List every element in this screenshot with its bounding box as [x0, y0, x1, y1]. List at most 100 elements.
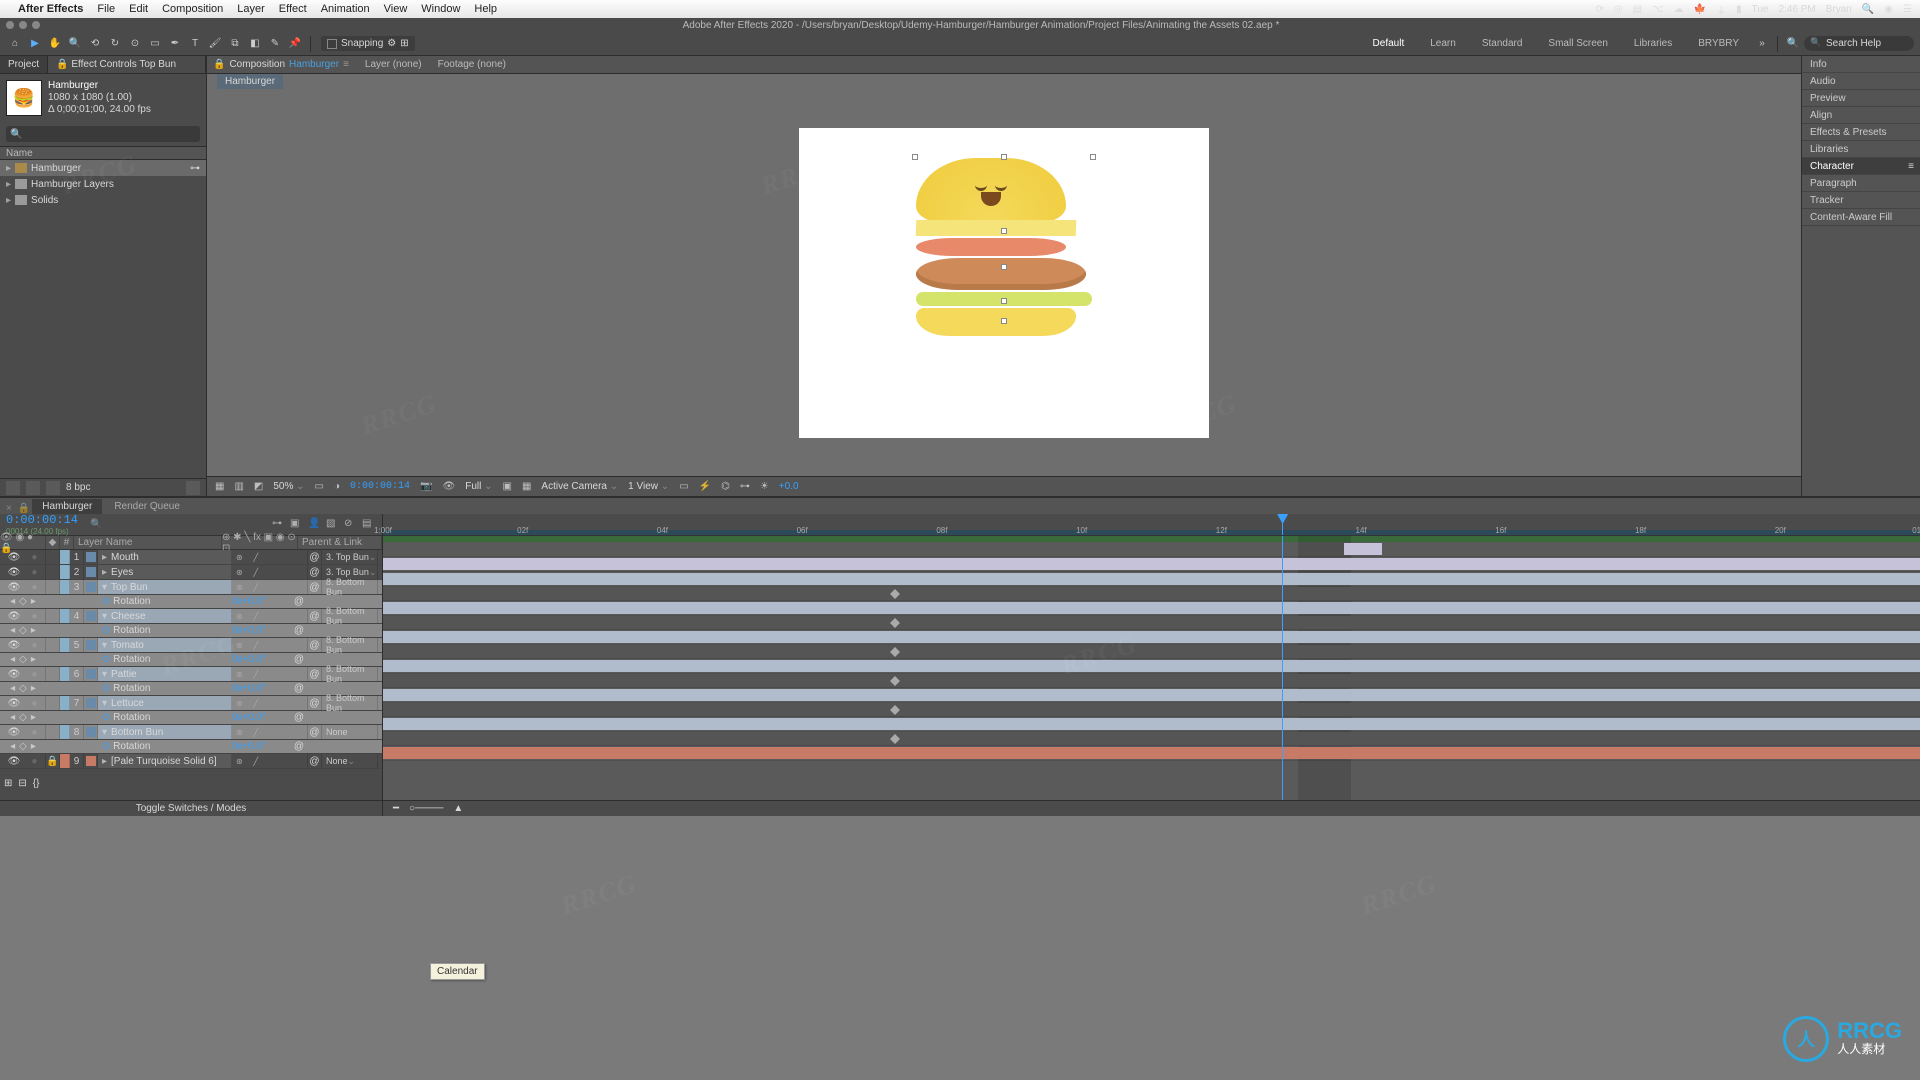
- col-label[interactable]: ◆: [46, 536, 60, 549]
- panel-align[interactable]: Align: [1802, 107, 1920, 124]
- prev-key-icon[interactable]: ◂: [10, 596, 15, 607]
- pickwhip-icon[interactable]: @: [309, 640, 319, 651]
- visibility-toggle[interactable]: 👁: [8, 640, 21, 651]
- property-value[interactable]: 0x+0.0°: [232, 712, 292, 723]
- selection-handle[interactable]: [1001, 318, 1007, 324]
- stopwatch-icon[interactable]: ⊙: [102, 683, 110, 694]
- layer-bar[interactable]: [383, 631, 1920, 643]
- pickwhip-icon[interactable]: @: [294, 625, 304, 636]
- add-key-icon[interactable]: ◇: [19, 625, 27, 636]
- traffic-zoom-icon[interactable]: [32, 21, 40, 29]
- toggle-switches-button[interactable]: Toggle Switches / Modes: [136, 803, 247, 814]
- views-menu[interactable]: 1 View: [628, 481, 669, 492]
- layer-row[interactable]: 👁● 6 ▾Pattie ⊛ ╱ @ 8. Bottom Bun: [0, 667, 382, 682]
- layer-top-bun[interactable]: [916, 158, 1066, 222]
- siri-icon[interactable]: ◉: [1884, 4, 1893, 15]
- panel-paragraph[interactable]: Paragraph: [1802, 175, 1920, 192]
- mask-icon[interactable]: ◩: [254, 481, 263, 492]
- layer-switches[interactable]: ⊛ ╱: [232, 550, 308, 564]
- fast-preview-icon[interactable]: ⚡: [699, 481, 711, 492]
- cti-head[interactable]: [1282, 514, 1283, 535]
- property-row[interactable]: ◂◇▸ ⊙ Rotation 0x+0.0° @: [0, 624, 382, 638]
- project-item[interactable]: ▸ Solids: [0, 192, 206, 208]
- menubar-day[interactable]: Tue: [1752, 4, 1769, 15]
- property-track[interactable]: [383, 645, 1920, 659]
- visibility-toggle[interactable]: 👁: [8, 698, 21, 709]
- workspace-learn[interactable]: Learn: [1418, 35, 1468, 52]
- layer-bar[interactable]: [383, 660, 1920, 672]
- zoom-tool-button[interactable]: 🔍: [66, 35, 84, 53]
- add-key-icon[interactable]: ◇: [19, 741, 27, 752]
- twirl-icon[interactable]: ▸: [6, 179, 11, 190]
- brush-tool-button[interactable]: 🖌: [206, 35, 224, 53]
- layer-row[interactable]: 👁● 3 ▾Top Bun ⊛ ╱ @ 8. Bottom Bun: [0, 580, 382, 595]
- timeline-search-input[interactable]: 🔍: [90, 519, 102, 530]
- exposure-value[interactable]: +0.0: [779, 481, 799, 492]
- label-color[interactable]: [60, 609, 70, 623]
- layer-name-cell[interactable]: ▾Cheese: [98, 609, 232, 623]
- menu-file[interactable]: File: [97, 3, 115, 15]
- status-icon[interactable]: ⟳: [1596, 4, 1604, 15]
- layer-mouth[interactable]: [981, 192, 1001, 206]
- hand-tool-button[interactable]: ✋: [46, 35, 64, 53]
- panel-tracker[interactable]: Tracker: [1802, 192, 1920, 209]
- track-row[interactable]: [383, 630, 1920, 645]
- traffic-close-icon[interactable]: [6, 21, 14, 29]
- selection-handle[interactable]: [1001, 264, 1007, 270]
- tab-project[interactable]: Project: [0, 56, 48, 73]
- close-icon[interactable]: ≡: [343, 59, 349, 70]
- new-folder-button[interactable]: [26, 481, 40, 495]
- workspace-libraries[interactable]: Libraries: [1622, 35, 1684, 52]
- menubar-user[interactable]: Bryan: [1826, 4, 1852, 15]
- traffic-min-icon[interactable]: [19, 21, 27, 29]
- visibility-toggle[interactable]: 👁: [8, 756, 21, 767]
- twirl-icon[interactable]: ▾: [102, 669, 107, 680]
- prev-key-icon[interactable]: ◂: [10, 654, 15, 665]
- layer-row[interactable]: 👁● 7 ▾Lettuce ⊛ ╱ @ 8. Bottom Bun: [0, 696, 382, 711]
- lock-icon[interactable]: 🔒: [46, 756, 58, 767]
- layer-switches[interactable]: ⊛ ╱: [232, 565, 308, 579]
- magnification-menu[interactable]: 50%: [273, 481, 304, 492]
- workspace-standard[interactable]: Standard: [1470, 35, 1535, 52]
- layer-row[interactable]: 👁● 4 ▾Cheese ⊛ ╱ @ 8. Bottom Bun: [0, 609, 382, 624]
- twirl-icon[interactable]: ▸: [102, 552, 107, 563]
- time-ruler[interactable]: 1:00f02f04f06f08f10f12f14f16f18f20f01:0: [383, 514, 1920, 536]
- solo-toggle[interactable]: ●: [31, 698, 37, 709]
- pickwhip-icon[interactable]: @: [294, 683, 304, 694]
- pickwhip-icon[interactable]: @: [309, 582, 319, 593]
- parent-menu[interactable]: 8. Bottom Bun: [322, 609, 378, 623]
- layer-bar[interactable]: [383, 689, 1920, 701]
- solo-toggle[interactable]: ●: [31, 552, 37, 563]
- visibility-toggle[interactable]: 👁: [8, 611, 21, 622]
- parent-menu[interactable]: 8. Bottom Bun: [322, 667, 378, 681]
- parent-menu[interactable]: None: [322, 725, 378, 739]
- panel-menu-icon[interactable]: ≡: [1908, 158, 1914, 175]
- pickwhip-icon[interactable]: @: [309, 698, 319, 709]
- selection-tool-button[interactable]: ▶: [26, 35, 44, 53]
- home-button[interactable]: ⌂: [6, 35, 24, 53]
- frame-blend-icon[interactable]: ▧: [326, 518, 340, 532]
- comp-flow-icon[interactable]: ⊶: [190, 163, 200, 174]
- property-row[interactable]: ◂◇▸ ⊙ Rotation 0x+0.0° @: [0, 595, 382, 609]
- project-item[interactable]: ▸ Hamburger Layers: [0, 176, 206, 192]
- panel-info[interactable]: Info: [1802, 56, 1920, 73]
- keyframe[interactable]: [890, 647, 900, 657]
- snapshot-button[interactable]: 📷: [420, 481, 432, 492]
- current-time[interactable]: 0:00:00:14: [6, 513, 78, 527]
- property-track[interactable]: [383, 587, 1920, 601]
- app-name[interactable]: After Effects: [18, 3, 83, 15]
- orbit-tool-button[interactable]: ⟲: [86, 35, 104, 53]
- next-key-icon[interactable]: ▸: [31, 625, 36, 636]
- comp-thumbnail[interactable]: 🍔: [6, 80, 42, 116]
- roto-tool-button[interactable]: ✎: [266, 35, 284, 53]
- current-time-indicator[interactable]: [1282, 536, 1283, 800]
- layer-switches[interactable]: ⊛ ╱: [232, 754, 308, 768]
- solo-toggle[interactable]: ●: [31, 727, 37, 738]
- stopwatch-icon[interactable]: ⊙: [102, 741, 110, 752]
- layer-name-cell[interactable]: ▾Tomato: [98, 638, 232, 652]
- selection-handle[interactable]: [1001, 298, 1007, 304]
- property-row[interactable]: ◂◇▸ ⊙ Rotation 0x+0.0° @: [0, 711, 382, 725]
- comp-mini-flow-icon[interactable]: ⊶: [272, 518, 286, 532]
- pickwhip-icon[interactable]: @: [309, 552, 319, 563]
- tab-render-queue[interactable]: Render Queue: [104, 499, 190, 514]
